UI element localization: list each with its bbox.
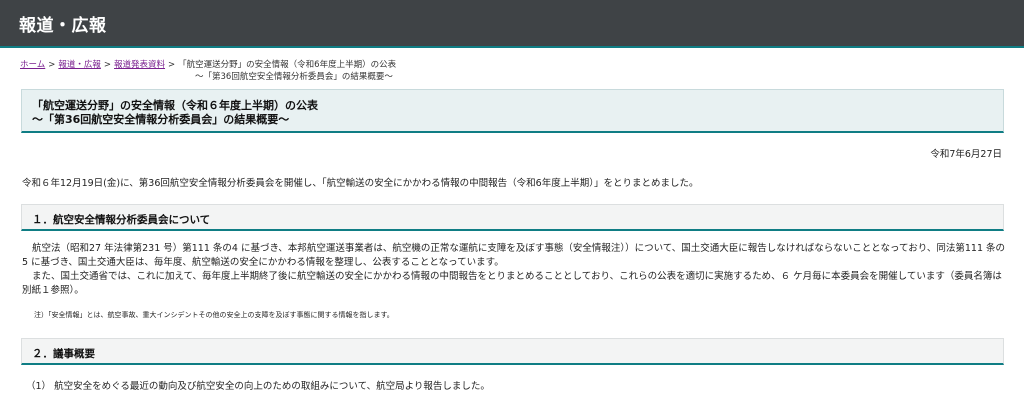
breadcrumb-press-link[interactable]: 報道・広報: [58, 60, 101, 70]
section-1-heading: １．航空安全情報分析委員会について: [21, 204, 1004, 231]
breadcrumb: ホーム > 報道・広報 > 報道発表資料 > 「航空運送分野」の安全情報（令和6年度上半期）…: [20, 59, 396, 83]
section-1-paragraph-2: また、国土交通省では、これに加えて、毎年度上半期終了後に航空輸送の安全にかかわる…: [22, 271, 1002, 296]
page-title-line1: 「航空運送分野」の安全情報（令和６年度上半期）の公表: [32, 99, 318, 112]
section-1-note: 注）「安全情報」とは、航空事故、重大インシデントその他の安全上の支障を及ぼす事態…: [34, 311, 394, 319]
breadcrumb-current: 「航空運送分野」の安全情報（令和6年度上半期）の公表: [178, 60, 397, 70]
page-title: 「航空運送分野」の安全情報（令和６年度上半期）の公表 ～「第36回航空安全情報分…: [21, 89, 1004, 133]
breadcrumb-separator: >: [168, 60, 176, 70]
section-2-item-1: （1） 航空安全をめぐる最近の動向及び航空安全の向上のための取組みについて、航空…: [26, 381, 490, 392]
section-1-paragraph-1: 航空法（昭和27 年法律第231 号）第111 条の4 に基づき、本邦航空運送事…: [22, 243, 1006, 268]
breadcrumb-separator: >: [48, 60, 56, 70]
breadcrumb-separator: >: [103, 60, 112, 70]
breadcrumb-releases-link[interactable]: 報道発表資料: [114, 60, 165, 70]
intro-text: 令和６年12月19日(金)に、第36回航空安全情報分析委員会を開催し、「航空輸送…: [22, 178, 699, 189]
publish-date: 令和7年6月27日: [930, 149, 1002, 160]
header-title: 報道・広報: [19, 15, 107, 36]
section-1-body: 航空法（昭和27 年法律第231 号）第111 条の4 に基づき、本邦航空運送事…: [22, 242, 1007, 298]
site-header: 報道・広報: [0, 0, 1024, 48]
section-2-heading: ２．議事概要: [21, 338, 1004, 365]
breadcrumb-current-line2: ～「第36回航空安全情報分析委員会」の結果概要～: [195, 72, 393, 82]
breadcrumb-home-link[interactable]: ホーム: [20, 60, 45, 70]
page-title-line2: ～「第36回航空安全情報分析委員会」の結果概要～: [32, 113, 290, 126]
